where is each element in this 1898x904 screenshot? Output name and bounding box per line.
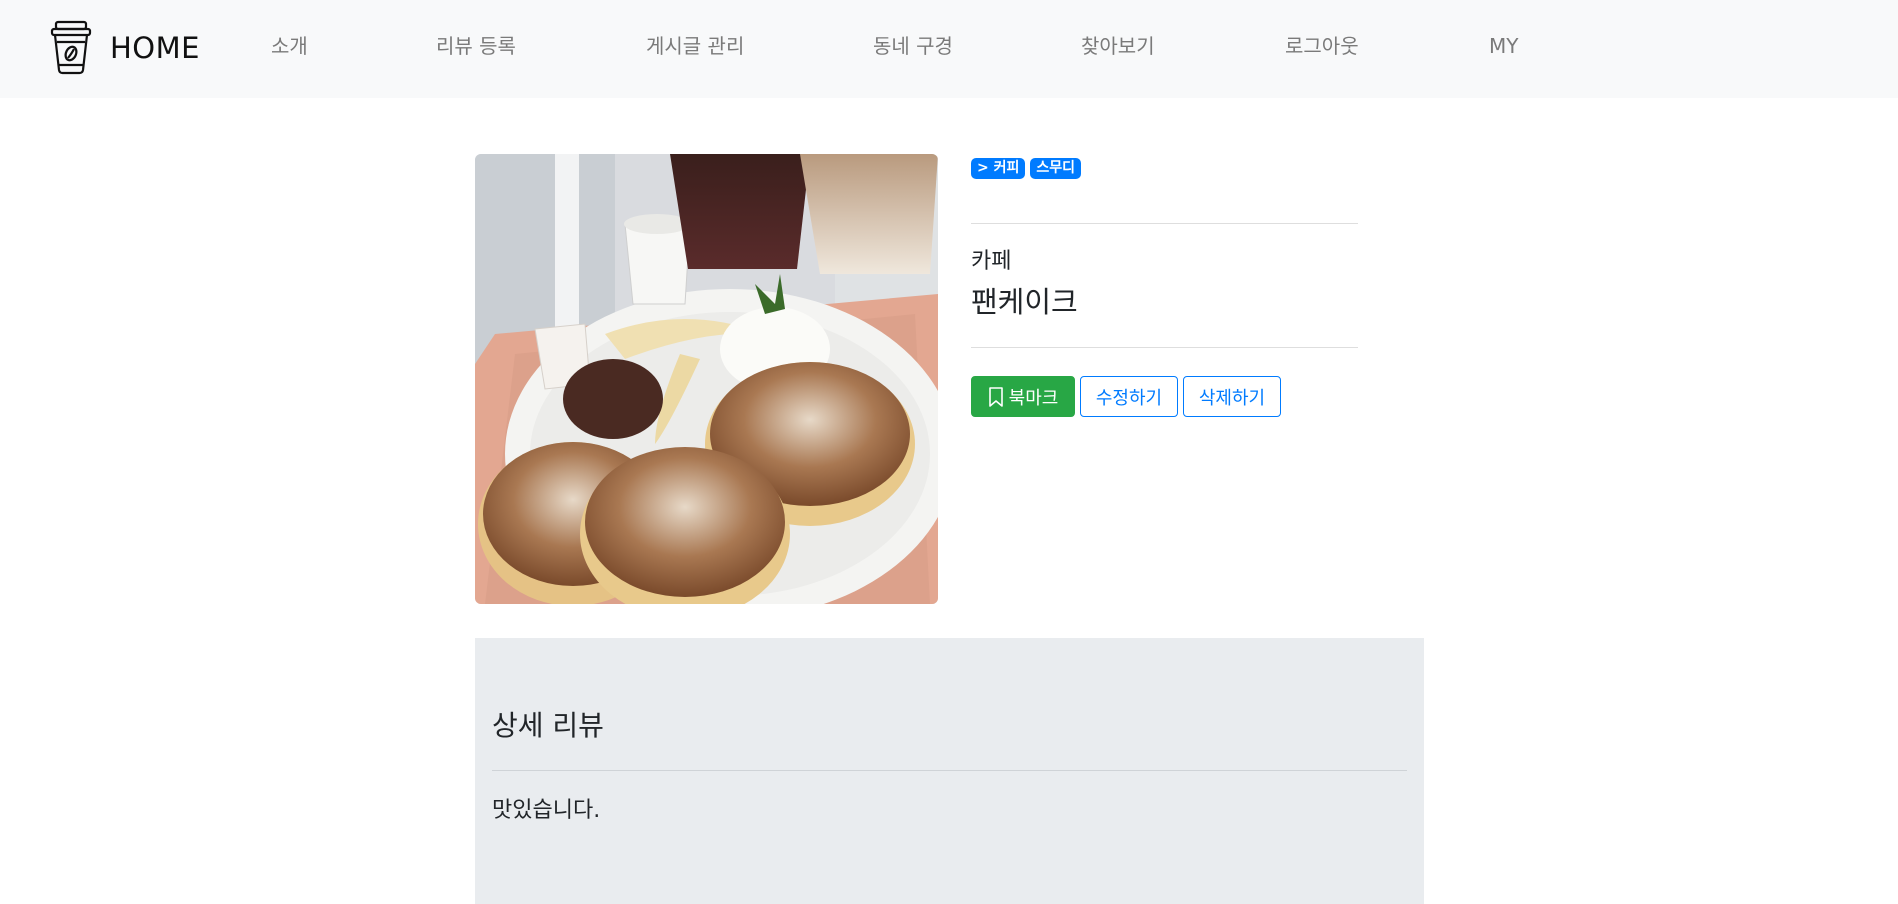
brand-text: HOME [110,31,200,65]
bookmark-icon [988,386,1003,407]
tag-smoothie[interactable]: 스무디 [1030,158,1082,179]
bookmark-button-label: 북마크 [1008,387,1059,409]
pancakes-photo-illustration [475,154,938,604]
edit-button[interactable]: 수정하기 [1080,376,1178,417]
nav-item-my[interactable]: MY [1489,30,1518,62]
divider [492,770,1407,771]
coffee-cup-icon [50,20,92,75]
review-section: 상세 리뷰 맛있습니다. [475,638,1424,904]
tag-coffee[interactable]: > 커피 [971,158,1026,179]
nav-item-review-register[interactable]: 리뷰 등록 [436,30,516,62]
review-text: 맛있습니다. [492,798,601,823]
top-navbar: HOME 소개 리뷰 등록 게시글 관리 동네 구경 찾아보기 로그아웃 MY [0,0,1898,98]
bookmark-button[interactable]: 북마크 [971,376,1075,417]
home-link[interactable]: HOME [50,20,200,76]
product-title: 팬케이크 [971,285,1078,319]
nav-item-post-manage[interactable]: 게시글 관리 [646,30,744,62]
nav-item-intro[interactable]: 소개 [271,30,308,62]
divider [971,347,1358,348]
nav-item-explore[interactable]: 찾아보기 [1081,30,1155,62]
delete-button[interactable]: 삭제하기 [1183,376,1281,417]
divider [971,223,1358,224]
tag-list: > 커피 스무디 [971,158,1082,179]
review-heading: 상세 리뷰 [492,709,604,742]
nav-item-neighborhood[interactable]: 동네 구경 [873,30,953,62]
action-buttons: 북마크 수정하기 삭제하기 [971,376,1281,417]
category-label: 카페 [971,249,1012,274]
pancakes-photo [475,154,938,604]
nav-item-logout[interactable]: 로그아웃 [1285,30,1359,62]
